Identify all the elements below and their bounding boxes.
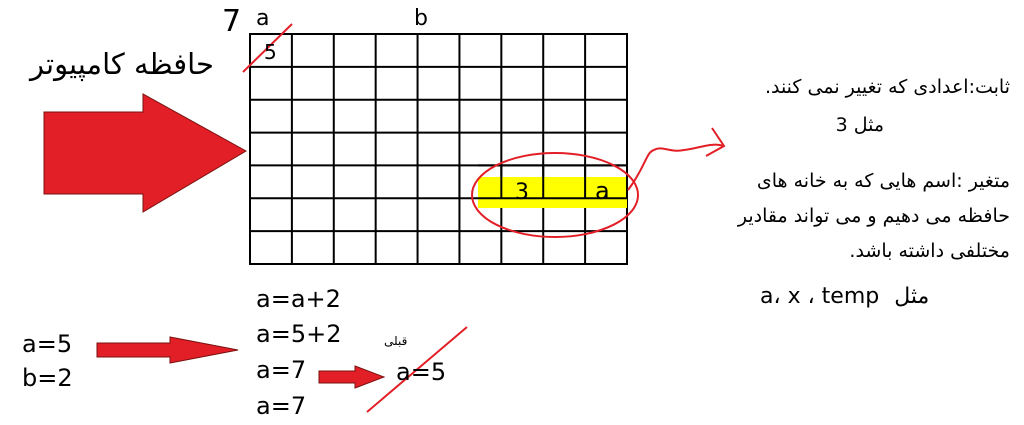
step-line-3: a=7 xyxy=(256,356,307,384)
constant-definition: ثابت:اعدادی که تغییر نمی کنند. xyxy=(764,76,1010,98)
previous-label: قبلی xyxy=(384,334,408,348)
init-line-a: a=5 xyxy=(22,330,73,358)
curved-arrow-head-icon xyxy=(705,127,726,157)
variable-definition-line1: متغیر :اسم هایی که به خانه های xyxy=(756,170,1010,192)
curved-pointer-arrow xyxy=(627,143,725,191)
crossed-value: 5 xyxy=(264,40,277,64)
variable-a-label: a xyxy=(256,6,270,31)
previous-value: a=5 xyxy=(396,358,447,386)
memory-grid xyxy=(249,33,628,265)
yellow-constant-value: 3 xyxy=(515,180,529,205)
variable-definition-line2: حافظه می دهیم و می تواند مقادیر xyxy=(737,205,1010,227)
top-number-seven: 7 xyxy=(222,4,242,39)
step-line-2: a=5+2 xyxy=(256,320,342,348)
variable-definition-line3: مختلفی داشته باشد. xyxy=(849,240,1010,262)
grid-border xyxy=(249,33,628,265)
variable-example-prefix: مثل xyxy=(894,284,930,309)
arrow-previous-icon xyxy=(318,365,386,389)
variable-b-label: b xyxy=(414,6,428,31)
step-line-1: a=a+2 xyxy=(256,285,341,313)
init-line-b: b=2 xyxy=(22,364,73,392)
big-arrow-icon xyxy=(43,93,248,213)
yellow-variable-value: a xyxy=(595,177,610,205)
variable-example-values: a، x ، temp xyxy=(760,284,880,309)
variable-example: a، x ، temp مثل xyxy=(760,284,929,309)
memory-label: حافظه کامپیوتر xyxy=(30,47,214,81)
constant-example: مثل 3 xyxy=(835,114,884,136)
arrow-init-icon xyxy=(96,336,239,364)
highlight-cell-extension xyxy=(478,177,500,208)
step-line-4: a=7 xyxy=(256,392,307,420)
